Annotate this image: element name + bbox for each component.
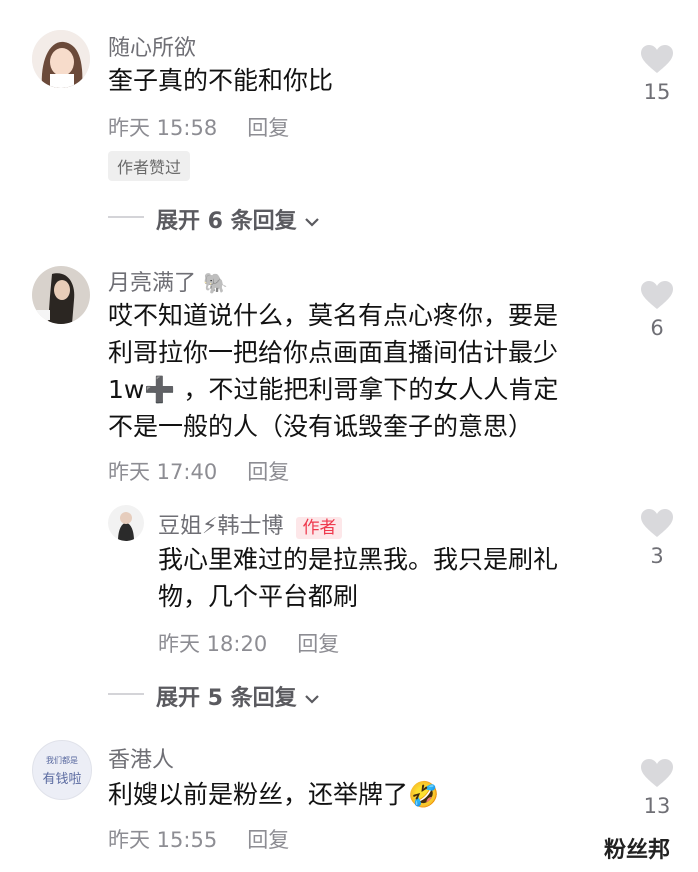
reply-meta: 昨天 18:20 回复 bbox=[158, 628, 339, 658]
heart-icon bbox=[641, 45, 673, 73]
avatar[interactable] bbox=[32, 30, 90, 88]
avatar-illustration bbox=[32, 30, 90, 88]
reply-button[interactable]: 回复 bbox=[247, 828, 289, 852]
expand-replies-button[interactable]: 展开 5 条回复 bbox=[156, 680, 320, 712]
comment-username[interactable]: 月亮满了 🐘 bbox=[108, 265, 228, 297]
reply-button[interactable]: 回复 bbox=[297, 632, 339, 656]
comment-text: 奎子真的不能和你比 bbox=[108, 66, 334, 95]
comment-line: 物，几个平台都刷 bbox=[158, 582, 359, 611]
expand-replies-button[interactable]: 展开 6 条回复 bbox=[156, 203, 320, 235]
avatar-caption: 有钱啦 bbox=[42, 772, 82, 787]
expand-replies-label: 展开 5 条回复 bbox=[156, 686, 297, 711]
chevron-down-icon bbox=[305, 218, 320, 227]
author-liked-badge: 作者赞过 bbox=[108, 151, 191, 181]
comment-line: 哎不知道说什么，莫名有点心疼你，要是 bbox=[108, 301, 559, 330]
chevron-down-icon bbox=[305, 695, 320, 704]
like-button[interactable]: 6 bbox=[632, 280, 682, 340]
comment-username[interactable]: 随心所欲 bbox=[108, 30, 196, 62]
avatar[interactable] bbox=[108, 505, 144, 541]
comment-time: 昨天 15:58 bbox=[108, 116, 218, 140]
comment-username[interactable]: 香港人 bbox=[108, 742, 174, 774]
watermark: 粉丝邦 bbox=[604, 838, 671, 863]
heart-icon bbox=[641, 759, 673, 787]
like-count: 6 bbox=[650, 316, 664, 340]
comment-text: 利嫂以前是粉丝，还举牌了🤣 bbox=[108, 780, 440, 809]
heart-icon bbox=[641, 281, 673, 309]
comment-line: 利哥拉你一把给你点画面直播间估计最少 bbox=[108, 338, 559, 367]
author-badge: 作者 bbox=[296, 517, 343, 539]
comment-line: 1w➕ ，不过能把利哥拿下的女人人肯定 bbox=[108, 375, 559, 404]
comment-meta: 昨天 15:58 回复 bbox=[108, 112, 289, 142]
avatar-text: 我们都是 有钱啦 bbox=[33, 755, 91, 787]
like-button[interactable]: 3 bbox=[632, 508, 682, 568]
avatar-caption: 我们都是 bbox=[46, 756, 78, 765]
divider bbox=[108, 693, 144, 695]
username-text: 豆姐⚡韩士博 bbox=[158, 514, 284, 539]
like-count: 13 bbox=[643, 794, 671, 818]
like-button[interactable]: 15 bbox=[632, 44, 682, 104]
expand-replies-label: 展开 6 条回复 bbox=[156, 209, 297, 234]
like-button[interactable]: 13 bbox=[632, 758, 682, 818]
elephant-emoji-icon: 🐘 bbox=[203, 271, 228, 295]
comment-time: 昨天 17:40 bbox=[108, 460, 218, 484]
like-count: 15 bbox=[643, 80, 671, 104]
reply-button[interactable]: 回复 bbox=[247, 116, 289, 140]
avatar[interactable]: 我们都是 有钱啦 bbox=[32, 740, 92, 800]
comment-text: 哎不知道说什么，莫名有点心疼你，要是 利哥拉你一把给你点画面直播间估计最少 1w… bbox=[108, 297, 558, 445]
comment-meta: 昨天 17:40 回复 bbox=[108, 456, 289, 486]
reply-username[interactable]: 豆姐⚡韩士博 作者 bbox=[158, 508, 343, 540]
comment-time: 昨天 15:55 bbox=[108, 828, 218, 852]
avatar[interactable] bbox=[32, 266, 90, 324]
comment-line: 不是一般的人（没有诋毁奎子的意思） bbox=[108, 412, 534, 441]
divider bbox=[108, 216, 144, 218]
heart-icon bbox=[641, 509, 673, 537]
avatar-photo bbox=[108, 505, 144, 541]
avatar-photo bbox=[32, 266, 90, 324]
reply-button[interactable]: 回复 bbox=[247, 460, 289, 484]
comment-time: 昨天 18:20 bbox=[158, 632, 268, 656]
comment-line: 我心里难过的是拉黑我。我只是刷礼 bbox=[158, 545, 559, 574]
username-text: 月亮满了 bbox=[108, 271, 197, 296]
comment-meta: 昨天 15:55 回复 bbox=[108, 824, 289, 854]
like-count: 3 bbox=[650, 544, 664, 568]
reply-text: 我心里难过的是拉黑我。我只是刷礼 物，几个平台都刷 bbox=[158, 541, 558, 615]
